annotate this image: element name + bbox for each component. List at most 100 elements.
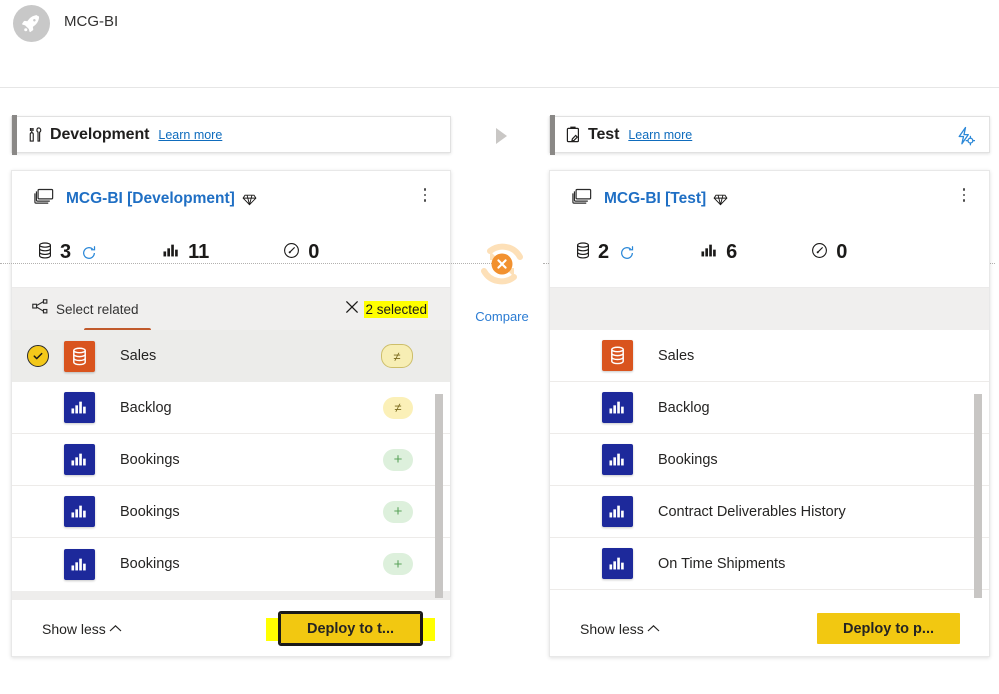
- metric-dashboards: 0: [283, 241, 319, 264]
- list-item[interactable]: Bookings +: [12, 538, 450, 590]
- item-checkbox[interactable]: [12, 345, 64, 367]
- clipboard-icon: [566, 126, 581, 143]
- list-item[interactable]: Bookings +: [12, 434, 450, 486]
- selection-count-clear[interactable]: 2 selected: [342, 297, 428, 322]
- workspace-more-button[interactable]: [953, 183, 975, 207]
- metric-reports: 6: [701, 241, 737, 264]
- item-list-test: Sales Backlog Bookings Contract Delivera…: [550, 330, 989, 600]
- stage-column-development: Development Learn more MCG-BI [Developme…: [11, 115, 451, 657]
- compare-refresh-x-icon[interactable]: [469, 231, 535, 297]
- dashboard-icon: [811, 242, 828, 264]
- list-item-partial[interactable]: [550, 590, 989, 600]
- metric-dashboards: 0: [811, 241, 847, 264]
- workspace-name-link[interactable]: MCG-BI [Development]: [66, 190, 235, 208]
- metric-datasets: 2: [576, 241, 635, 264]
- show-less-button[interactable]: Show less: [42, 621, 122, 637]
- deploy-button[interactable]: Deploy to t...: [278, 611, 423, 646]
- refresh-icon[interactable]: [81, 245, 97, 261]
- compare-label[interactable]: Compare: [455, 309, 549, 324]
- metric-datasets: 3: [38, 241, 97, 264]
- deployment-pipeline-page: MCG-BI Development Learn more MCG-BI [De…: [0, 0, 999, 694]
- status-badge: +: [383, 448, 413, 471]
- stage-name: Development: [50, 125, 150, 143]
- stage-name: Test: [588, 125, 620, 143]
- premium-gem-icon: [713, 192, 728, 207]
- close-icon[interactable]: [342, 297, 362, 322]
- checkbox-checked-icon: [27, 345, 49, 367]
- show-less-button[interactable]: Show less: [580, 621, 660, 637]
- status-badge: +: [383, 553, 413, 575]
- metric-value: 11: [188, 241, 210, 263]
- show-less-label: Show less: [580, 620, 644, 637]
- learn-more-link[interactable]: Learn more: [628, 128, 692, 142]
- app-header: MCG-BI: [0, 0, 999, 88]
- dataset-icon: [38, 241, 52, 264]
- status-badge: +: [383, 500, 413, 523]
- workspace-more-button[interactable]: [414, 183, 436, 207]
- item-name: Bookings: [120, 556, 180, 572]
- metric-reports: 11: [163, 241, 209, 264]
- workspace-header: MCG-BI [Development] 3 11 0: [12, 171, 450, 287]
- deployment-settings-icon[interactable]: [955, 126, 976, 151]
- item-name: Sales: [658, 347, 695, 364]
- report-tile-icon: [64, 444, 95, 475]
- stage-accent-bar: [12, 115, 17, 155]
- workspace-icon: [34, 188, 54, 210]
- stage-accent-bar: [550, 115, 555, 155]
- refresh-icon[interactable]: [619, 245, 635, 261]
- list-item[interactable]: Bookings: [550, 434, 989, 486]
- workspace-title-row: MCG-BI [Test]: [572, 188, 728, 210]
- workspace-card-development: MCG-BI [Development] 3 11 0 Select relat…: [11, 170, 451, 657]
- deploy-button[interactable]: Deploy to p...: [816, 613, 960, 644]
- list-item[interactable]: Sales ≠: [12, 330, 450, 382]
- compare-column: Compare: [0, 116, 995, 356]
- workspace-card-test: MCG-BI [Test] 2 6 0 Sales Backlog Bookin…: [549, 170, 990, 657]
- list-item[interactable]: Backlog ≠: [12, 382, 450, 434]
- vertical-scrollbar-thumb[interactable]: [974, 394, 982, 598]
- select-related-label: Select related: [56, 301, 139, 317]
- workspace-header: MCG-BI [Test] 2 6 0: [550, 171, 989, 287]
- stage-header-test: Test Learn more: [549, 115, 990, 155]
- list-item[interactable]: Sales: [550, 330, 989, 382]
- list-item[interactable]: Contract Deliverables History: [550, 486, 989, 538]
- select-related-bar: Select related 2 selected: [12, 287, 450, 332]
- workspace-icon: [572, 188, 592, 210]
- pipeline-connector-left: [0, 263, 500, 264]
- item-name: Contract Deliverables History: [658, 503, 846, 520]
- metric-value: 6: [726, 241, 738, 263]
- report-tile-icon: [602, 392, 633, 423]
- item-name: Bookings: [658, 451, 718, 468]
- list-item[interactable]: On Time Shipments: [550, 538, 989, 590]
- report-tile-icon: [64, 496, 95, 527]
- list-item[interactable]: Backlog: [550, 382, 989, 434]
- workspace-metrics: 3 11 0: [38, 241, 319, 264]
- chevron-up-icon: [647, 624, 660, 633]
- vertical-scrollbar-thumb[interactable]: [435, 394, 443, 598]
- deploy-button-group: Deploy to t...: [266, 611, 435, 646]
- learn-more-link[interactable]: Learn more: [158, 128, 222, 142]
- report-icon: [701, 243, 718, 263]
- item-name: Backlog: [120, 399, 172, 416]
- report-tile-icon: [602, 444, 633, 475]
- dataset-tile-icon: [64, 340, 95, 372]
- deploy-button-group: Deploy to p...: [816, 613, 960, 644]
- item-name: On Time Shipments: [658, 555, 786, 572]
- metric-value: 0: [308, 241, 320, 263]
- workspace-title-row: MCG-BI [Development]: [34, 188, 257, 210]
- list-item[interactable]: Bookings +: [12, 486, 450, 538]
- stage-column-test: Test Learn more MCG-BI [Test] 2 6 0 Sale…: [549, 115, 990, 657]
- workspace-footer: Show less Deploy to t...: [12, 600, 450, 656]
- report-tile-icon: [64, 392, 95, 423]
- stage-header-development: Development Learn more: [11, 115, 451, 155]
- item-list-development: Sales ≠ Backlog ≠ Bookings + Bookings + …: [12, 330, 450, 600]
- select-related-button[interactable]: Select related: [32, 299, 139, 319]
- report-tile-icon: [64, 548, 95, 580]
- item-name: Sales: [120, 348, 157, 364]
- workspace-name-link[interactable]: MCG-BI [Test]: [604, 190, 706, 208]
- select-related-bar-placeholder: [550, 287, 989, 330]
- metric-value: 2: [598, 241, 610, 263]
- dataset-tile-icon: [602, 340, 633, 371]
- workspace-footer: Show less Deploy to p...: [550, 600, 989, 656]
- item-name: Bookings: [120, 503, 180, 520]
- premium-gem-icon: [242, 192, 257, 207]
